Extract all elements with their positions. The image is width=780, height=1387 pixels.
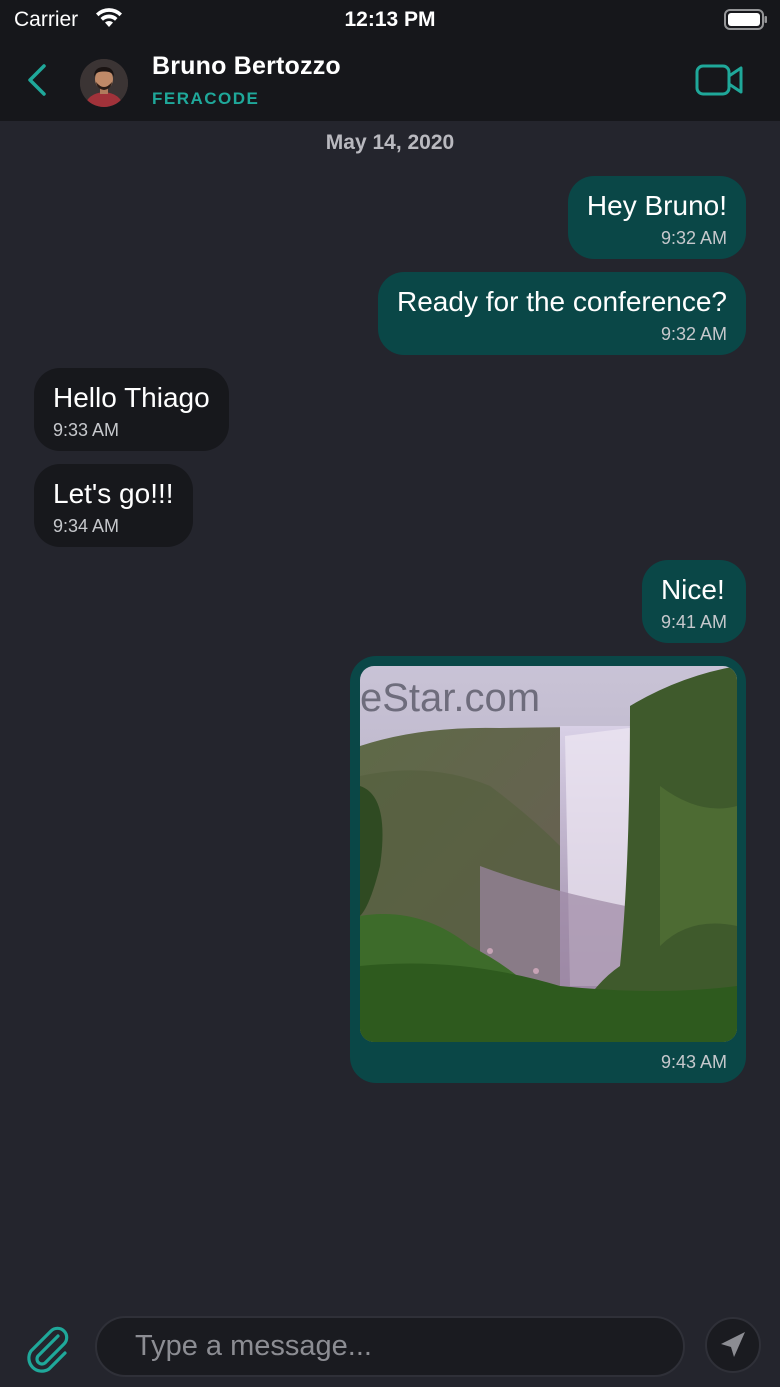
send-arrow-icon	[721, 1332, 745, 1357]
message-bubble-outgoing[interactable]: Ready for the conference? 9:32 AM	[378, 272, 746, 355]
date-divider: May 14, 2020	[325, 131, 455, 154]
message-text: Hello Thiago	[53, 382, 210, 413]
avatar[interactable]	[80, 59, 128, 107]
message-time: 9:33 AM	[53, 420, 120, 440]
status-clock: 12:13 PM	[344, 8, 436, 31]
paperclip-icon[interactable]	[20, 1322, 72, 1374]
status-bar: Carrier 12:13 PM	[0, 0, 780, 40]
waterfall-photo[interactable]	[360, 666, 737, 1042]
back-button[interactable]	[20, 60, 56, 100]
message-bubble-outgoing[interactable]: Hey Bruno! 9:32 AM	[567, 176, 746, 259]
message-time: 9:32 AM	[660, 228, 727, 248]
chat-header: Bruno Bertozzo FERACODE	[0, 40, 780, 121]
message-composer	[0, 1300, 780, 1387]
send-button[interactable]	[705, 1317, 761, 1373]
video-camera-icon[interactable]	[694, 62, 746, 98]
contact-name: Bruno Bertozzo	[152, 52, 341, 80]
avatar-photo	[80, 59, 128, 107]
message-text: Hey Bruno!	[586, 190, 727, 221]
message-text: Let's go!!!	[53, 478, 174, 509]
waterfall-image	[360, 666, 737, 1042]
battery-icon	[724, 9, 767, 30]
message-text: Ready for the conference?	[397, 286, 727, 317]
message-text: Nice!	[660, 574, 725, 605]
message-time: 9:34 AM	[53, 516, 120, 536]
message-time: 9:41 AM	[660, 612, 727, 632]
message-input[interactable]	[95, 1316, 685, 1377]
message-bubble-incoming[interactable]: Hello Thiago 9:33 AM	[34, 368, 229, 451]
contact-company: FERACODE	[152, 89, 260, 108]
watermark-text: eStar.com	[360, 676, 541, 720]
message-bubble-incoming[interactable]: Let's go!!! 9:34 AM	[34, 464, 193, 547]
message-time: 9:43 AM	[660, 1052, 727, 1072]
message-bubble-outgoing[interactable]: Nice! 9:41 AM	[641, 560, 746, 643]
message-time: 9:32 AM	[660, 324, 727, 344]
